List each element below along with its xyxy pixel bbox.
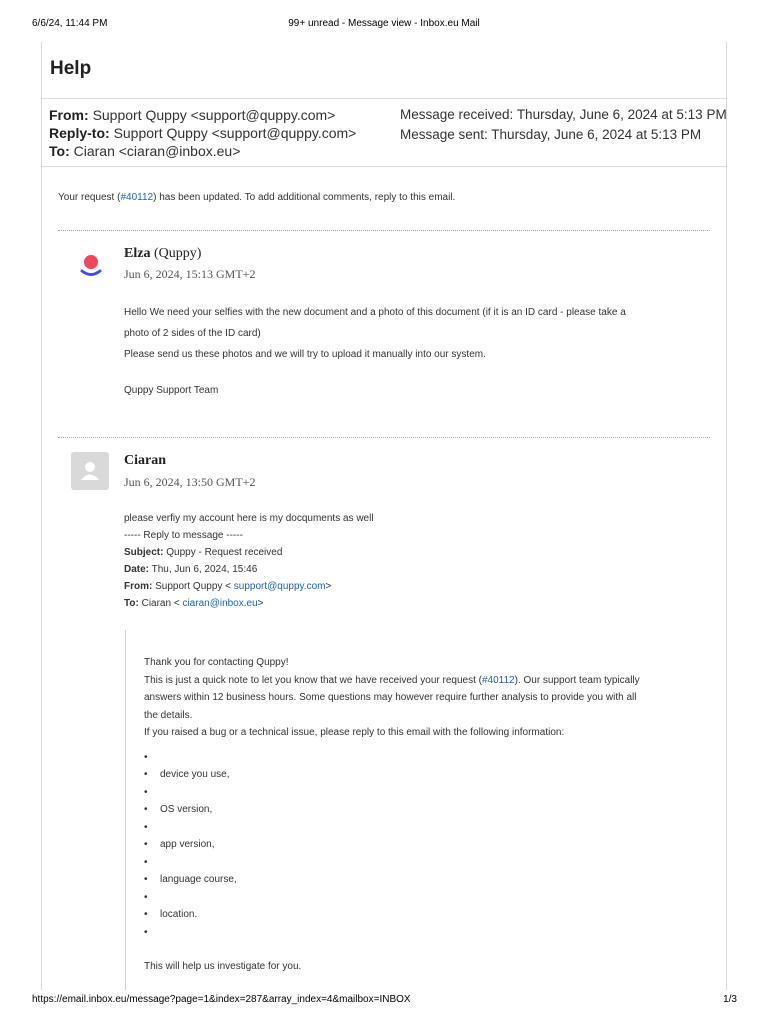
field-label: To: [124, 598, 139, 609]
replyto-row: Reply-to: Support Quppy <support@quppy.c… [49, 124, 356, 142]
email-link[interactable]: support@quppy.com [234, 581, 326, 592]
bullet-item: • [144, 822, 148, 833]
quoted-line: Thank you for contacting Quppy! [144, 657, 289, 668]
to-label: To: [49, 143, 70, 159]
field-value: Quppy - Request received [166, 547, 283, 558]
comment-line: Hello We need your selfies with the new … [124, 307, 626, 318]
intro-text: Your request (#40112) has been updated. … [58, 192, 455, 203]
field-value: Ciaran < [141, 598, 183, 609]
bullet-item: • OS version, [144, 804, 213, 815]
field-label: Subject: [124, 547, 164, 558]
reply-subject: Subject: Quppy - Request received [124, 544, 374, 561]
bullet-item: • device you use, [144, 769, 230, 780]
field-value: Support Quppy < [155, 581, 234, 592]
to-value[interactable]: Ciaran <ciaran@inbox.eu> [74, 143, 241, 159]
sent-date: Message sent: Thursday, June 6, 2024 at … [400, 127, 702, 142]
bullet-item: • [144, 787, 148, 798]
from-value[interactable]: Support Quppy <support@quppy.com> [93, 107, 336, 123]
comment-timestamp: Jun 6, 2024, 13:50 GMT+2 [124, 475, 256, 489]
bullet-item: • app version, [144, 839, 215, 850]
replyto-label: Reply-to: [49, 125, 110, 141]
comment-line: photo of 2 sides of the ID card) [124, 328, 261, 339]
divider [42, 166, 726, 167]
author-org: (Quppy) [153, 246, 202, 261]
author-name: Ciaran [124, 453, 166, 468]
comment-body: please verfiy my account here is my docq… [124, 510, 374, 612]
quoted-line: If you raised a bug or a technical issue… [144, 727, 565, 738]
reply-from: From: Support Quppy < support@quppy.com> [124, 578, 374, 595]
message-subject: Help [50, 58, 92, 79]
received-date: Message received: Thursday, June 6, 2024… [400, 107, 727, 122]
print-page-number: 1/3 [723, 994, 737, 1005]
comment-line: Please send us these photos and we will … [124, 349, 486, 360]
user-avatar-icon [71, 452, 109, 490]
field-value: > [325, 581, 332, 592]
field-value: > [257, 598, 264, 609]
quppy-logo-icon [80, 255, 102, 276]
bullet-item: • [144, 892, 148, 903]
bullet-item: • location. [144, 909, 198, 920]
reply-date: Date: Thu, Jun 6, 2024, 15:46 [124, 561, 374, 578]
to-row: To: Ciaran <ciaran@inbox.eu> [49, 142, 240, 160]
request-link[interactable]: #40112 [482, 675, 515, 686]
from-row: From: Support Quppy <support@quppy.com> [49, 106, 335, 124]
from-label: From: [49, 107, 89, 123]
dotted-divider [58, 230, 710, 231]
bullet-item: • [144, 752, 148, 763]
bullet-item: • [144, 857, 148, 868]
comment-body: Hello We need your selfies with the new … [124, 302, 626, 365]
intro-post: ) has been updated. To add additional co… [153, 192, 456, 203]
quote-bar [125, 630, 126, 990]
comment-signature: Quppy Support Team [124, 385, 219, 396]
bullet-item: • language course, [144, 874, 237, 885]
intro-pre: Your request ( [58, 192, 121, 203]
reply-to: To: Ciaran < ciaran@inbox.eu> [124, 595, 374, 612]
bullet-item: • [144, 927, 148, 938]
quoted-line: the details. [144, 709, 193, 721]
quoted-line: This is just a quick note to let you kno… [144, 672, 640, 690]
comment-author: Ciaran [124, 453, 166, 469]
replyto-value[interactable]: Support Quppy <support@quppy.com> [114, 125, 357, 141]
dotted-divider [58, 437, 710, 438]
field-label: From: [124, 581, 153, 592]
reply-marker: ----- Reply to message ----- [124, 530, 243, 541]
quoted-line: answers within 12 business hours. Some q… [144, 692, 637, 703]
email-link[interactable]: ciaran@inbox.eu [182, 598, 257, 609]
print-url: https://email.inbox.eu/message?page=1&in… [32, 994, 411, 1005]
comment-line: please verfiy my account here is my docq… [124, 513, 374, 524]
quoted-text: Thank you for contacting Quppy! This is … [144, 654, 640, 742]
quoted-closing: This will help us investigate for you. [144, 961, 302, 972]
comment-timestamp: Jun 6, 2024, 15:13 GMT+2 [124, 267, 256, 281]
author-name: Elza [124, 246, 151, 261]
divider [42, 98, 726, 99]
comment-author: Elza (Quppy) [124, 246, 201, 262]
print-title: 99+ unread - Message view - Inbox.eu Mai… [288, 18, 480, 29]
field-value: Thu, Jun 6, 2024, 15:46 [151, 564, 258, 575]
field-label: Date: [124, 564, 150, 575]
request-link[interactable]: #40112 [120, 192, 153, 203]
quoted-line-post: ). Our support team typically [514, 674, 640, 686]
quoted-line-pre: This is just a quick note to let you kno… [144, 674, 482, 686]
